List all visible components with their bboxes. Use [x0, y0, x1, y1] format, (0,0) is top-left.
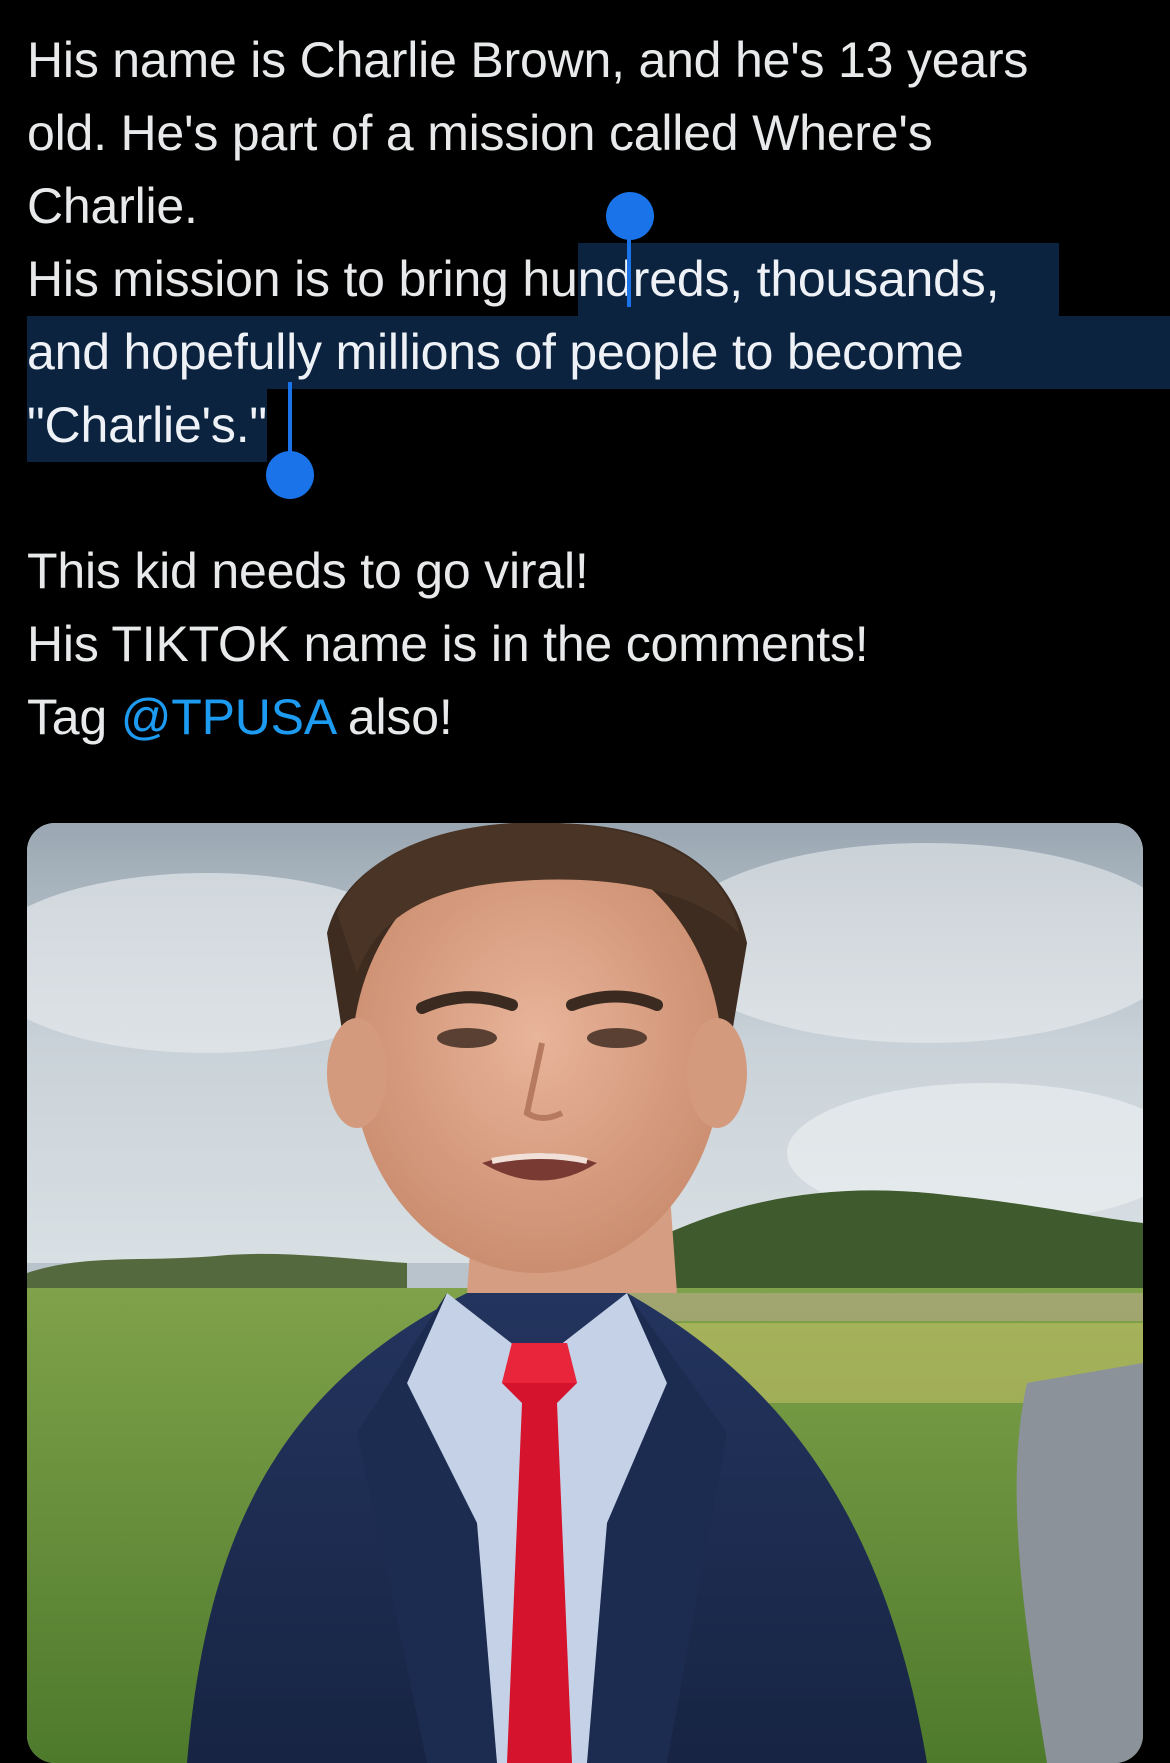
tweet-line: and hopefully millions of people to beco…	[27, 316, 1170, 389]
video-thumbnail[interactable]	[27, 823, 1143, 1763]
tweet-line: His name is Charlie Brown, and he's 13 y…	[27, 32, 1029, 88]
selected-text: ndreds, thousands,	[577, 243, 1060, 316]
tweet-line: Charlie.	[27, 178, 198, 234]
mention-link[interactable]: @TPUSA	[121, 689, 335, 745]
tweet-text: His name is Charlie Brown, and he's 13 y…	[27, 24, 1170, 754]
tweet-line: old. He's part of a mission called Where…	[27, 105, 933, 161]
tweet-text-prefix: Tag	[27, 689, 121, 745]
tweet-line: Tag @TPUSA also!	[27, 681, 1147, 754]
selection-start-handle[interactable]	[606, 192, 654, 240]
tweet-line: This kid needs to go viral!	[27, 543, 589, 599]
tweet-line: His TIKTOK name is in the comments!	[27, 616, 869, 672]
tweet-text-suffix: also!	[334, 689, 453, 745]
selection-end-handle[interactable]	[266, 451, 314, 499]
video-frame-image	[27, 823, 1143, 1763]
tweet-line: "Charlie's."	[27, 389, 1147, 462]
tweet-line: His mission is to bring hundreds, thousa…	[27, 243, 1147, 316]
selected-text: and hopefully millions of people to beco…	[27, 316, 1170, 389]
selected-text: "Charlie's."	[27, 389, 267, 462]
tweet-text-unselected: His mission is to bring hu	[27, 251, 578, 307]
